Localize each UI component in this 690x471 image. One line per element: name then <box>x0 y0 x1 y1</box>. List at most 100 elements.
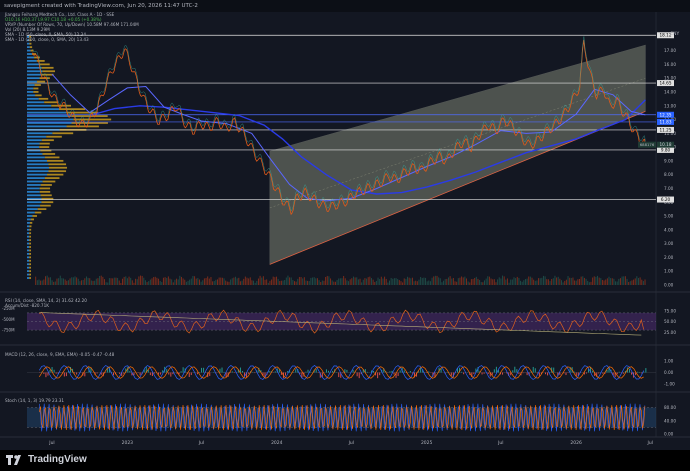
volume-bar <box>495 282 496 285</box>
macd-hist-bar <box>183 367 184 372</box>
volume-bar <box>133 283 134 285</box>
vrvp-bar-up <box>27 136 46 138</box>
volume-bar <box>464 277 465 285</box>
macd-hist-bar <box>248 373 249 374</box>
volume-bar <box>232 278 233 285</box>
volume-bar <box>618 279 619 285</box>
volume-bar <box>437 276 438 285</box>
volume-bar <box>432 278 433 285</box>
volume-bar <box>37 280 38 285</box>
volume-bar <box>63 278 64 285</box>
volume-bar <box>207 276 208 285</box>
volume-bar <box>52 280 53 285</box>
volume-bar <box>368 277 369 285</box>
volume-bar <box>348 281 349 285</box>
macd-hist-bar <box>565 373 566 376</box>
macd-hist-bar <box>43 373 44 375</box>
vrvp-bar-up <box>27 77 40 79</box>
vrvp-bar-down <box>39 146 49 148</box>
accum-dist-legend[interactable]: Accum/Dist -820.71K <box>5 303 49 308</box>
volume-bar <box>178 279 179 285</box>
volume-bar <box>635 278 636 285</box>
volume-bar <box>114 278 115 285</box>
vrvp-bar-up <box>27 250 29 252</box>
macd-hist-bar <box>158 373 159 375</box>
currency-label[interactable]: CNY <box>670 32 679 37</box>
volume-bar <box>135 279 136 285</box>
volume-bar <box>99 276 100 285</box>
macd-hist-bar <box>516 369 517 372</box>
macd-hist-bar <box>66 373 67 377</box>
volume-bar <box>422 278 423 285</box>
volume-bar <box>412 278 413 285</box>
volume-bar <box>86 277 87 285</box>
volume-bar <box>42 280 43 285</box>
macd-hist-bar <box>232 371 233 372</box>
macd-hist-bar <box>181 371 182 372</box>
volume-bar <box>183 278 184 285</box>
volume-bar <box>120 283 121 285</box>
volume-bar <box>112 278 113 285</box>
macd-hist-bar <box>502 373 503 375</box>
macd-hist-bar <box>344 369 345 372</box>
volume-bar <box>228 282 229 285</box>
macd-hist-bar <box>224 372 225 373</box>
volume-bar <box>409 278 410 285</box>
volume-bar <box>250 277 251 285</box>
macd-tick-0: 1.00 <box>664 358 674 363</box>
tradingview-brand[interactable]: TradingView <box>28 452 87 468</box>
volume-bar <box>233 278 234 285</box>
time-tick-6: Jul <box>497 440 503 446</box>
volume-bar <box>608 277 609 285</box>
macd-hist-bar <box>586 373 587 374</box>
volume-bar <box>97 278 98 285</box>
time-tick-7: 2026 <box>570 440 582 446</box>
volume-bar <box>441 282 442 285</box>
volume-bar <box>428 281 429 285</box>
macd-hist-bar <box>97 373 98 374</box>
volume-bar <box>595 277 596 285</box>
volume-bar <box>405 279 406 285</box>
time-tick-2: Jul <box>198 440 204 446</box>
volume-bar <box>81 280 82 285</box>
chart-canvas[interactable]: 17.0016.0015.0014.0013.0012.0011.0010.00… <box>0 0 690 450</box>
vrvp-bar-up <box>27 208 38 210</box>
volume-bar <box>487 276 488 285</box>
volume-bar <box>335 282 336 285</box>
time-tick-3: 2024 <box>271 440 283 446</box>
volume-bar <box>561 280 562 285</box>
stoch-legend[interactable]: Stoch (14, 1, 3) 19.79 23.31 <box>5 398 64 403</box>
macd-legend[interactable]: MACD (12, 26, close, 9, EMA, EMA) -0.05 … <box>5 352 114 357</box>
volume-bar <box>382 279 383 285</box>
vrvp-bar-down <box>43 181 56 183</box>
sma-slow-legend[interactable]: SMA - 1D (200, close, 0, SMA, 20) 13.43 <box>5 37 89 42</box>
macd-hist-bar <box>326 369 327 372</box>
macd-hist-bar <box>537 373 538 374</box>
vrvp-bar-down <box>41 201 53 203</box>
macd-hist-bar <box>86 372 87 373</box>
volume-bar <box>636 276 637 285</box>
volume-bar <box>224 278 225 285</box>
macd-hist-bar <box>488 373 489 374</box>
volume-bar <box>197 278 198 285</box>
vrvp-bar-up <box>27 277 29 279</box>
macd-hist-bar <box>219 369 220 373</box>
vrvp-bar-up <box>27 94 35 96</box>
volume-bar <box>266 279 267 285</box>
vrvp-bar-up <box>27 177 45 179</box>
vrvp-bar-down <box>45 157 60 159</box>
volume-bar <box>168 276 169 285</box>
volume-bar <box>479 280 480 285</box>
rsi-tick-2: 25.00 <box>664 330 676 335</box>
volume-bar <box>176 279 177 285</box>
volume-bar <box>93 281 94 285</box>
volume-bar <box>53 282 54 285</box>
volume-bar <box>273 277 274 285</box>
tradingview-logo-icon[interactable] <box>6 453 24 467</box>
volume-bar <box>473 279 474 285</box>
volume-bar <box>265 280 266 285</box>
macd-hist-bar <box>293 372 294 373</box>
macd-hist-bar <box>379 373 380 376</box>
vrvp-bar-up <box>27 239 29 241</box>
macd-hist-bar <box>191 373 192 376</box>
